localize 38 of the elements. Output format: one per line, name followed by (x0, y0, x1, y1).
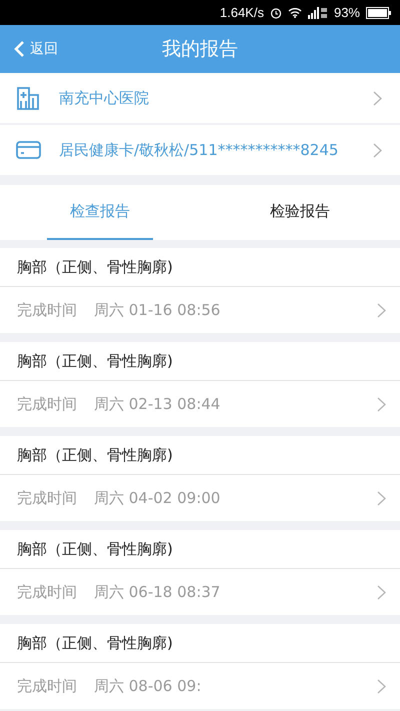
wifi-icon (288, 7, 302, 18)
chevron-icon (377, 584, 386, 600)
report-card[interactable]: 胸部（正侧、骨性胸廓) 完成时间 周六 06-18 08:37 (0, 530, 400, 615)
battery-icon (366, 6, 392, 18)
signal-icon (308, 6, 328, 18)
chevron-icon (377, 396, 386, 412)
chevron-icon (377, 678, 386, 694)
completion-time: 周六 01-16 08:56 (94, 300, 222, 320)
alarm-icon (270, 6, 282, 18)
chevron-icon (373, 142, 382, 158)
report-title: 胸部（正侧、骨性胸廓) (17, 540, 173, 558)
completion-time: 周六 02-13 08:44 (94, 394, 222, 414)
report-title: 胸部（正侧、骨性胸廓) (17, 446, 173, 464)
time-label: 完成时间 (17, 488, 77, 508)
chevron-icon (373, 90, 382, 106)
time-label: 完成时间 (17, 394, 77, 414)
network-speed: 1.64K/s (220, 5, 264, 20)
completion-time: 周六 08-06 09: (94, 676, 202, 696)
chevron-icon (377, 490, 386, 506)
back-icon (14, 40, 25, 58)
report-card[interactable]: 胸部（正侧、骨性胸廓) 完成时间 周六 02-13 08:44 (0, 342, 400, 427)
time-label: 完成时间 (17, 676, 77, 696)
report-card[interactable]: 胸部（正侧、骨性胸廓) 完成时间 周六 08-06 09: (0, 624, 400, 709)
completion-time: 周六 04-02 09:00 (94, 488, 222, 508)
hospital-icon (16, 86, 40, 110)
time-label: 完成时间 (17, 300, 77, 320)
report-card[interactable]: 胸部（正侧、骨性胸廓) 完成时间 周六 04-02 09:00 (0, 436, 400, 521)
page-title: 我的报告 (162, 38, 238, 60)
battery-percent: 93% (334, 5, 360, 20)
report-title: 胸部（正侧、骨性胸廓) (17, 634, 173, 652)
report-tab[interactable]: 检验报告 (247, 185, 353, 240)
report-title: 胸部（正侧、骨性胸廓) (17, 352, 173, 370)
card-icon (16, 140, 41, 160)
report-card[interactable]: 胸部（正侧、骨性胸廓) 完成时间 周六 01-16 08:56 (0, 248, 400, 333)
completion-time: 周六 06-18 08:37 (94, 582, 222, 602)
report-title: 胸部（正侧、骨性胸廓) (17, 258, 173, 276)
time-label: 完成时间 (17, 582, 77, 602)
chevron-icon (377, 302, 386, 318)
